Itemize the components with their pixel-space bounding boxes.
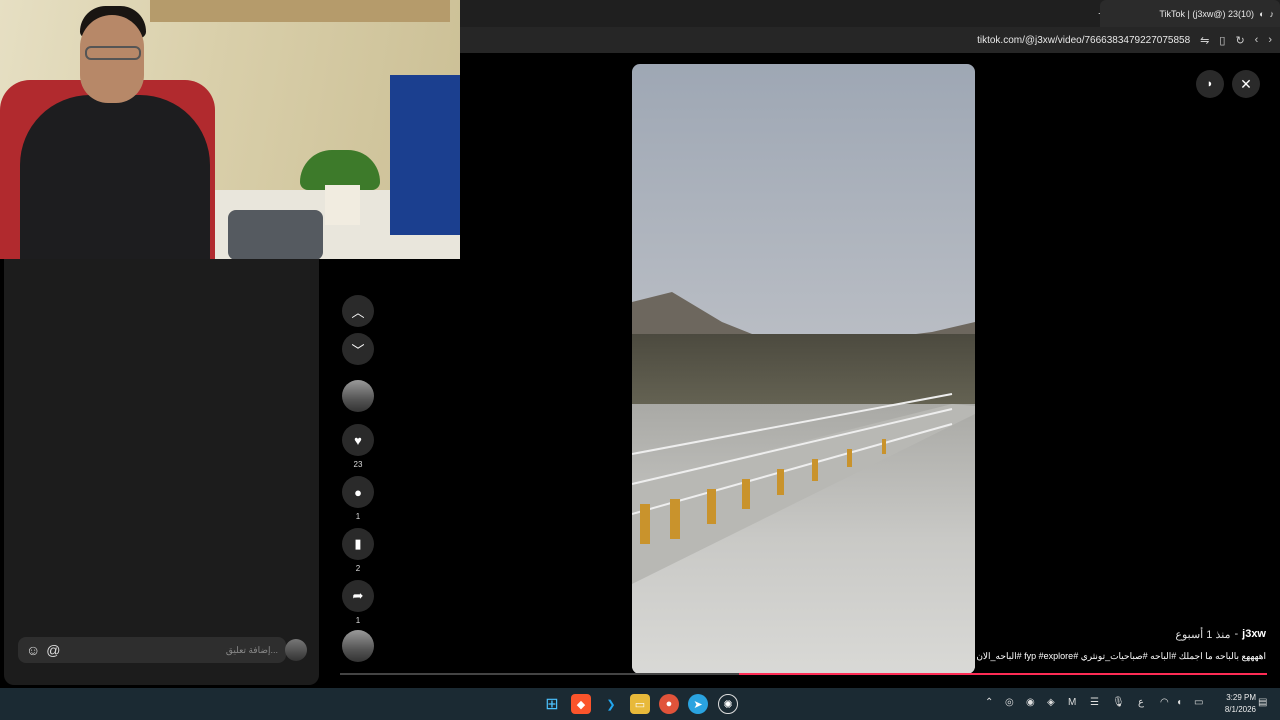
keyboard-language[interactable]: ع [1138,697,1144,708]
share-icon: ➦ [352,588,364,603]
webcam-person [20,95,210,259]
next-video-button[interactable]: ﹀ [342,333,374,365]
tray-overflow-icon[interactable]: ⌃ [985,697,993,708]
clock-date: 8/1/2026 [1224,705,1256,714]
video-caption: اههههع بالباحه ما اجملك #الباحه #صباحيات… [976,651,1266,661]
tray-chrome-icon[interactable]: ◉ [1026,697,1035,708]
user-avatar [285,639,307,661]
chevron-down-icon: ﹀ [351,342,365,358]
tab-audio-icon[interactable]: ◐ [1259,9,1264,19]
url-text[interactable]: tiktok.com/@j3xw/video/76663834792270758… [977,35,1190,46]
action-column: ︿ ﹀ ♥ 23 ● 1 ▮ 2 ➦ 1 [340,292,378,672]
chatgpt-icon[interactable]: ✺ [718,694,738,714]
video-progress-fill [738,673,1267,675]
address-bar: tiktok.com/@j3xw/video/76663834792270758… [460,27,1280,53]
share-count: 1 [355,616,361,625]
share-button[interactable]: ➦ [342,580,374,612]
tray-app-icon[interactable]: ◎ [1005,697,1014,708]
taskbar: ⊞ ◆ ❯ ▭ ● ➤ ✺ ⌃ ◎ ◉ ◈ M ☰ 🎙 ع ◠ ◖ ▭ 3:29… [0,688,1280,720]
back-icon[interactable]: ‹ [1255,34,1259,46]
close-video-button[interactable]: ✕ [1232,70,1260,98]
telegram-icon[interactable]: ➤ [688,694,708,714]
battery-icon[interactable]: ▭ [1194,697,1203,708]
video-railing [632,393,975,584]
post-time: منذ 1 أسبوع [1175,629,1231,641]
tiktok-favicon-icon: ♪ [1269,8,1275,19]
webcam-pot [325,185,360,225]
author-line: j3xw - منذ 1 أسبوع [1175,628,1266,641]
comment-input-bar[interactable]: ☺ @ إضافة تعليق... [18,637,286,663]
volume-icon: ◗ [1206,78,1214,90]
sound-avatar[interactable] [342,630,374,662]
chevron-up-icon: ︿ [351,304,365,320]
start-icon[interactable]: ⊞ [542,694,562,714]
webcam-glasses [85,46,141,60]
tray-mail-icon[interactable]: M [1068,697,1076,708]
browser-tab[interactable]: TikTok | (j3xw@) 23(10) ◐ ♪ [1100,0,1280,27]
wifi-icon[interactable]: ◠ [1160,697,1169,708]
tab-strip: + ✕ TikTok | (j3xw@) 23(10) ◐ ♪ [460,0,1280,27]
volume-tray-icon[interactable]: ◖ [1176,697,1182,708]
notifications-icon[interactable]: ▤ [1258,697,1267,708]
like-button[interactable]: ♥ [342,424,374,456]
site-settings-icon[interactable]: ⇋ [1200,34,1209,47]
author-separator: - [1234,628,1239,640]
comment-button[interactable]: ● [342,476,374,508]
system-clock[interactable]: 3:29 PM 8/1/2026 [1212,692,1256,716]
comment-list[interactable]: ↑ ☺ @ إضافة تعليق... [4,259,319,685]
video-player[interactable] [632,64,975,674]
comment-input[interactable]: إضافة تعليق... [226,645,278,656]
author-name[interactable]: j3xw [1242,628,1266,641]
webcam-overlay [0,0,460,259]
vscode-icon[interactable]: ❯ [601,694,621,714]
reload-icon[interactable]: ↻ [1235,34,1244,47]
bookmark-page-icon[interactable]: ▯ [1219,34,1225,47]
comment-panel: ↑ ☺ @ إضافة تعليق... [0,259,323,685]
previous-video-button[interactable]: ︿ [342,295,374,327]
tray-settings-icon[interactable]: ☰ [1090,697,1099,708]
tray-security-icon[interactable]: ◈ [1047,697,1055,708]
comment-count: 1 [355,512,361,521]
video-progress-track[interactable] [340,673,1267,675]
close-icon: ✕ [1240,75,1252,92]
save-button[interactable]: ▮ [342,528,374,560]
brave-browser-icon[interactable]: ◆ [571,694,591,714]
webcam-box [390,75,460,235]
comment-icon: ● [354,484,362,500]
save-count: 2 [355,564,361,573]
file-explorer-icon[interactable]: ▭ [630,694,650,714]
tab-title: TikTok | (j3xw@) 23(10) [1159,8,1255,19]
webcam-shelf [150,0,450,22]
emoji-icon[interactable]: ☺ [26,642,40,658]
clock-time: 3:29 PM [1226,693,1256,702]
author-avatar[interactable] [342,380,374,412]
webcam-camera [228,210,323,259]
bookmark-icon: ▮ [354,536,362,551]
mention-icon[interactable]: @ [46,642,60,658]
like-count: 23 [353,460,363,469]
volume-button[interactable]: ◗ [1196,70,1224,98]
heart-icon: ♥ [354,432,362,448]
app-icon[interactable]: ● [659,694,679,714]
forward-icon[interactable]: › [1268,34,1272,46]
microphone-icon[interactable]: 🎙 [1112,697,1125,708]
